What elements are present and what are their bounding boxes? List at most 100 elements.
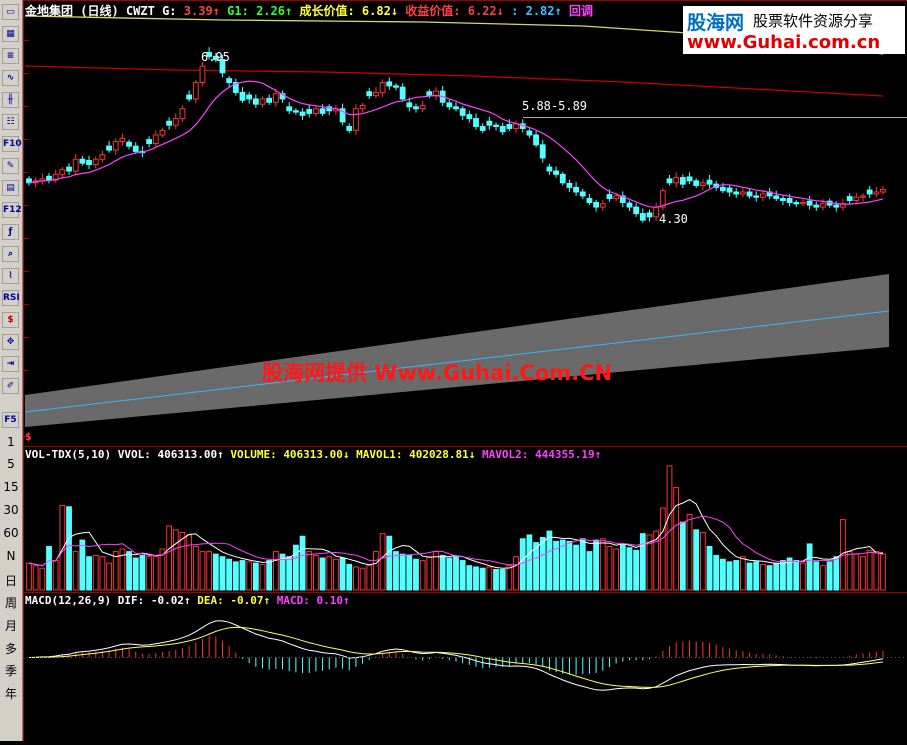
move-icon[interactable]: ✥ bbox=[2, 334, 19, 350]
candle-body bbox=[606, 194, 613, 200]
candle bbox=[292, 108, 299, 115]
volume-bar bbox=[206, 551, 213, 591]
period-button[interactable]: 多 bbox=[0, 640, 22, 658]
range-price-label: 5.88-5.89 bbox=[522, 99, 587, 113]
period-button[interactable]: 1 bbox=[0, 433, 22, 451]
volume-bar bbox=[760, 563, 766, 591]
candle bbox=[840, 198, 846, 211]
doc-icon[interactable]: ▤ bbox=[2, 180, 19, 196]
candle bbox=[299, 108, 306, 120]
up-arrow-icon: ↑ bbox=[284, 4, 293, 18]
candle-body bbox=[259, 98, 266, 105]
period-button[interactable]: 月 bbox=[0, 617, 22, 635]
candle-body bbox=[393, 85, 399, 88]
volume-bar bbox=[599, 538, 606, 591]
grid-icon[interactable]: ▦ bbox=[2, 26, 19, 42]
logo-slogan: 股票软件资源分享 bbox=[753, 12, 874, 30]
search-icon[interactable]: ⌕ bbox=[2, 246, 19, 262]
f5-icon[interactable]: F5 bbox=[2, 412, 19, 428]
price-header: 金地集团 (日线) CWZT G: 3.39↑ G1: 2.26↑ 成长价值: … bbox=[25, 2, 593, 19]
candle-body bbox=[86, 160, 92, 165]
candle-body bbox=[239, 91, 246, 101]
candle bbox=[599, 199, 606, 211]
f10-icon[interactable]: F10 bbox=[2, 136, 22, 152]
volume-bar bbox=[152, 556, 159, 591]
candle bbox=[559, 171, 566, 186]
candle-body bbox=[473, 118, 479, 127]
volume-bar bbox=[499, 569, 506, 591]
candle-icon[interactable]: ╫ bbox=[2, 92, 19, 108]
candle-body bbox=[192, 82, 199, 100]
candle-body bbox=[146, 139, 152, 145]
volume-bar bbox=[312, 554, 319, 591]
period-button[interactable]: 日 bbox=[0, 572, 22, 590]
period-button[interactable]: 15 bbox=[0, 478, 22, 496]
candle-body bbox=[359, 105, 366, 110]
line-chart-icon[interactable]: ∿ bbox=[2, 70, 19, 86]
period-button[interactable]: 季 bbox=[0, 662, 22, 680]
volume-bar bbox=[699, 531, 706, 591]
g-label: G: bbox=[162, 4, 177, 18]
volume-bar bbox=[686, 513, 693, 591]
volume-bar bbox=[466, 565, 473, 591]
volume-bar bbox=[586, 551, 593, 591]
candle-body bbox=[479, 125, 486, 131]
volume-bar bbox=[593, 539, 600, 591]
note-icon[interactable]: ✎ bbox=[2, 158, 19, 174]
pencil-icon[interactable]: ✐ bbox=[2, 378, 19, 394]
volume-bar bbox=[79, 539, 86, 591]
table-icon[interactable]: ☷ bbox=[2, 114, 19, 130]
volume-bar bbox=[413, 558, 419, 591]
period-button[interactable]: 60 bbox=[0, 524, 22, 542]
candle bbox=[259, 96, 266, 108]
volume-bar bbox=[246, 561, 253, 591]
candle-body bbox=[866, 189, 873, 195]
candle bbox=[453, 102, 459, 112]
candle-body bbox=[312, 108, 319, 114]
candle-body bbox=[760, 193, 766, 198]
candle bbox=[473, 113, 479, 130]
candle-body bbox=[179, 108, 186, 120]
candle bbox=[866, 186, 873, 198]
volume-bar bbox=[573, 544, 579, 591]
candle bbox=[26, 176, 32, 186]
volume-bar bbox=[853, 553, 860, 591]
volume-bar bbox=[272, 551, 279, 591]
exit-icon[interactable]: ⇥ bbox=[2, 356, 19, 372]
mavol1-value: 402028.81 bbox=[409, 448, 469, 461]
indicator-icon[interactable]: ⌇ bbox=[2, 268, 19, 284]
candle bbox=[346, 123, 353, 134]
candle-body bbox=[346, 125, 353, 131]
candle-body bbox=[459, 108, 466, 116]
candle-body bbox=[272, 93, 279, 103]
f12-icon[interactable]: F12 bbox=[2, 202, 22, 218]
dollar-icon[interactable]: $ bbox=[2, 312, 19, 328]
formula-icon[interactable]: ƒ bbox=[2, 224, 19, 240]
period-button[interactable]: 年 bbox=[0, 685, 22, 703]
up-arrow-icon: ↑ bbox=[217, 448, 224, 461]
up-arrow-icon: ↑ bbox=[554, 4, 562, 18]
volume-bar bbox=[299, 535, 306, 591]
window-icon[interactable]: ▭ bbox=[2, 4, 19, 20]
volume-bar bbox=[713, 554, 720, 591]
candle-body bbox=[286, 106, 293, 112]
candle-body bbox=[559, 173, 566, 184]
volume-bar bbox=[419, 560, 426, 591]
ma-purple-line bbox=[28, 80, 884, 208]
period-button[interactable]: 周 bbox=[0, 594, 22, 612]
period-button[interactable]: 30 bbox=[0, 501, 22, 519]
candle bbox=[813, 201, 820, 211]
period-button[interactable]: N bbox=[0, 547, 22, 565]
candle bbox=[386, 77, 393, 90]
period-button[interactable]: 5 bbox=[0, 455, 22, 473]
volume-bar bbox=[539, 537, 546, 591]
volume-bar bbox=[673, 487, 680, 591]
volume-bar bbox=[212, 553, 219, 591]
candle-body bbox=[586, 198, 593, 203]
candle bbox=[666, 174, 673, 186]
rsi-icon[interactable]: RSI bbox=[2, 290, 20, 306]
list-icon[interactable]: ≡ bbox=[2, 48, 19, 64]
volume-header: VOL-TDX(5,10) VVOL: 406313.00↑ VOLUME: 4… bbox=[25, 448, 601, 461]
candle-body bbox=[853, 196, 860, 202]
candle bbox=[419, 100, 426, 113]
